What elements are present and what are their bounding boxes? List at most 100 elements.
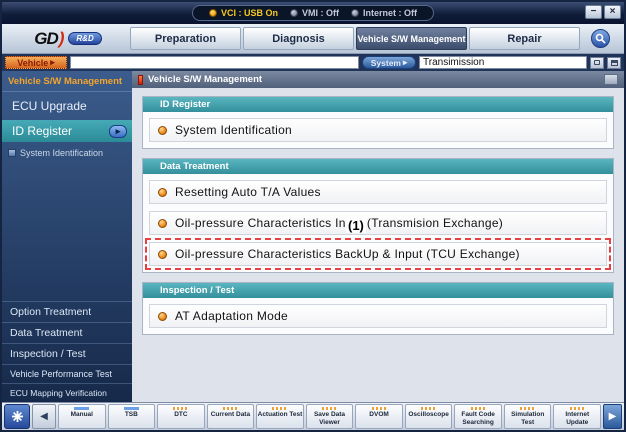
vmi-status-label: VMI : Off <box>302 8 339 18</box>
minimize-button[interactable]: − <box>585 5 602 19</box>
menu-item-at-adaptation-mode[interactable]: AT Adaptation Mode <box>149 304 607 328</box>
callout-annotation-1: (1) <box>346 218 366 233</box>
menu-item-resetting-auto-ta-values[interactable]: Resetting Auto T/A Values <box>149 180 607 204</box>
sidebar-item-inspection-test[interactable]: Inspection / Test <box>2 343 132 364</box>
sidebar-item-option-treatment[interactable]: Option Treatment <box>2 301 132 322</box>
vci-status-label: VCI : USB On <box>221 8 278 18</box>
section-data-treatment: Data Treatment Resetting Auto T/A Values… <box>142 158 614 273</box>
section-items: System Identification <box>143 112 613 148</box>
tab-preparation[interactable]: Preparation <box>130 27 241 50</box>
toolbar-button-save-data-viewer[interactable]: Save Data Viewer <box>306 404 354 429</box>
capture-button[interactable] <box>590 57 604 69</box>
indicator-icon <box>322 407 337 410</box>
indicator-icon <box>223 407 238 410</box>
internet-status-dot-icon <box>351 9 359 17</box>
internet-status: Internet : Off <box>351 8 417 18</box>
bottom-toolbar: ◀ Manual TSB DTC Current Data Actuation … <box>2 402 624 430</box>
search-area <box>580 29 620 48</box>
vmi-status-dot-icon <box>290 9 298 17</box>
main-tab-bar: GD ) R&D Preparation Diagnosis Vehicle S… <box>2 24 624 54</box>
menu-item-label: Oil-pressure Characteristics Input (Tran… <box>175 216 503 230</box>
tab-vehicle-sw-management[interactable]: Vehicle S/W Management <box>356 27 467 50</box>
vmi-status: VMI : Off <box>290 8 339 18</box>
toolbar-button-manual[interactable]: Manual <box>58 404 106 429</box>
window-layout-button[interactable] <box>607 57 621 69</box>
gds-application-window: VCI : USB On VMI : Off Internet : Off − … <box>0 0 626 432</box>
sidebar-item-system-identification[interactable]: System Identification <box>2 142 132 164</box>
sidebar-item-ecu-upgrade[interactable]: ECU Upgrade <box>2 92 132 120</box>
sidebar-item-vehicle-performance-test[interactable]: Vehicle Performance Test <box>2 364 132 383</box>
chevron-left-icon: ◀ <box>40 411 48 422</box>
toolbar-button-current-data[interactable]: Current Data <box>207 404 255 429</box>
section-items: Resetting Auto T/A Values Oil-pressure C… <box>143 174 613 272</box>
arrow-right-icon: ▸ <box>50 57 55 68</box>
toolbar-button-tsb[interactable]: TSB <box>108 404 156 429</box>
sidebar-item-id-register[interactable]: ID Register ▸ <box>2 120 132 142</box>
favorites-button[interactable] <box>4 404 30 429</box>
content-header-title: Vehicle S/W Management <box>148 74 262 85</box>
document-icon <box>8 149 16 157</box>
toolbar-button-label: Actuation Test <box>258 411 303 419</box>
star-icon <box>11 410 24 423</box>
section-items: AT Adaptation Mode <box>143 298 613 334</box>
system-value-field[interactable] <box>419 56 587 69</box>
gds-logo: GD ) R&D <box>6 29 130 49</box>
tab-repair[interactable]: Repair <box>469 27 580 50</box>
menu-item-system-identification[interactable]: System Identification <box>149 118 607 142</box>
toolbar-button-dtc[interactable]: DTC <box>157 404 205 429</box>
menu-item-label: Resetting Auto T/A Values <box>175 185 321 199</box>
toolbar-button-dvom[interactable]: DVOM <box>355 404 403 429</box>
sidebar-item-label: ID Register <box>12 124 72 138</box>
menu-item-oil-pressure-input[interactable]: Oil-pressure Characteristics Input (Tran… <box>149 211 607 235</box>
sidebar: Vehicle S/W Management ECU Upgrade ID Re… <box>2 71 132 402</box>
section-title: Data Treatment <box>143 159 613 174</box>
menu-item-oil-pressure-backup-input[interactable]: Oil-pressure Characteristics BackUp & In… <box>149 242 607 266</box>
indicator-icon <box>520 407 535 410</box>
system-select-button[interactable]: System ▸ <box>362 56 416 69</box>
sidebar-item-ecu-mapping-verification[interactable]: ECU Mapping Verification <box>2 383 132 402</box>
toolbar-button-oscilloscope[interactable]: Oscilloscope <box>405 404 453 429</box>
content-area: Vehicle S/W Management ID Register Syste… <box>132 71 624 402</box>
camera-icon <box>594 60 600 65</box>
sidebar-title: Vehicle S/W Management <box>2 71 132 92</box>
content-header: Vehicle S/W Management <box>132 71 624 88</box>
toolbar-button-simulation-test[interactable]: Simulation Test <box>504 404 552 429</box>
bullet-icon <box>158 312 167 321</box>
menu-item-label: AT Adaptation Mode <box>175 309 288 323</box>
indicator-icon <box>372 407 387 410</box>
menu-item-label: Oil-pressure Characteristics BackUp & In… <box>175 247 520 261</box>
toolbar-scroll-right-button[interactable]: ▶ <box>603 404 622 429</box>
toolbar-button-label: Current Data <box>211 411 250 419</box>
vehicle-input[interactable] <box>70 56 359 69</box>
expand-arrow-icon[interactable]: ▸ <box>109 125 127 138</box>
search-button[interactable] <box>591 29 610 48</box>
indicator-icon <box>471 407 486 410</box>
toolbar-button-internet-update[interactable]: Internet Update <box>553 404 601 429</box>
vehicle-select-button[interactable]: Vehicle ▸ <box>5 56 67 69</box>
toolbar-scroll-left-button[interactable]: ◀ <box>32 404 56 429</box>
sidebar-spacer <box>2 164 132 301</box>
toolbar-button-label: Internet Update <box>554 411 600 427</box>
section-id-register: ID Register System Identification <box>142 96 614 149</box>
vci-status: VCI : USB On <box>209 8 278 18</box>
bullet-icon <box>158 188 167 197</box>
rnd-badge: R&D <box>68 32 101 45</box>
sidebar-subitem-label: System Identification <box>20 148 103 158</box>
sidebar-item-data-treatment[interactable]: Data Treatment <box>2 322 132 343</box>
connection-status-pill: VCI : USB On VMI : Off Internet : Off <box>192 5 434 21</box>
indicator-icon <box>74 407 89 410</box>
tab-diagnosis[interactable]: Diagnosis <box>243 27 354 50</box>
popup-window-icon[interactable] <box>604 74 618 85</box>
indicator-icon <box>173 407 188 410</box>
section-title: ID Register <box>143 97 613 112</box>
chevron-right-icon: ▶ <box>609 411 617 422</box>
toolbar-button-label: DVOM <box>369 411 389 419</box>
toolbar-button-label: Fault Code Searching <box>455 411 501 427</box>
section-inspection-test: Inspection / Test AT Adaptation Mode <box>142 282 614 335</box>
close-button[interactable]: × <box>604 5 621 19</box>
toolbar-button-fault-code-searching[interactable]: Fault Code Searching <box>454 404 502 429</box>
toolbar-button-actuation-test[interactable]: Actuation Test <box>256 404 304 429</box>
vci-status-dot-icon <box>209 9 217 17</box>
system-button-label: System <box>371 58 401 68</box>
indicator-icon <box>124 407 139 410</box>
